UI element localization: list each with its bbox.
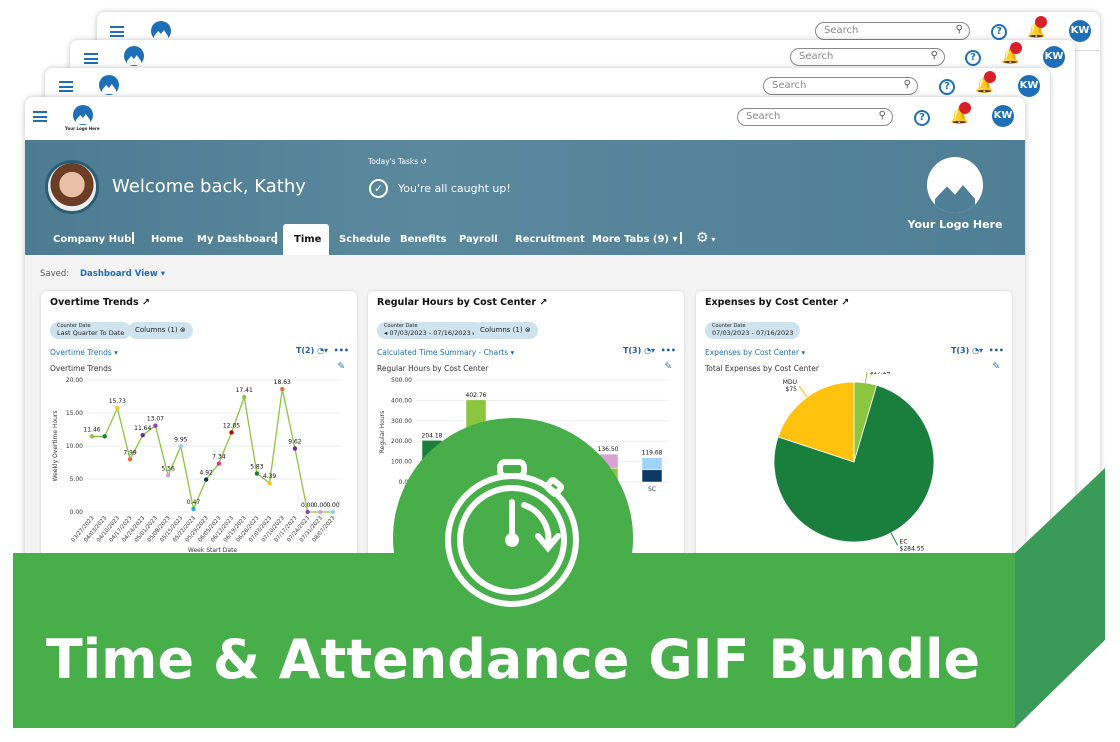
promo-banner: Time & Attendance GIF Bundle (13, 418, 1105, 728)
banner-title: Time & Attendance GIF Bundle (46, 628, 980, 691)
stopwatch-center (505, 533, 519, 547)
banner-side (1015, 468, 1105, 728)
